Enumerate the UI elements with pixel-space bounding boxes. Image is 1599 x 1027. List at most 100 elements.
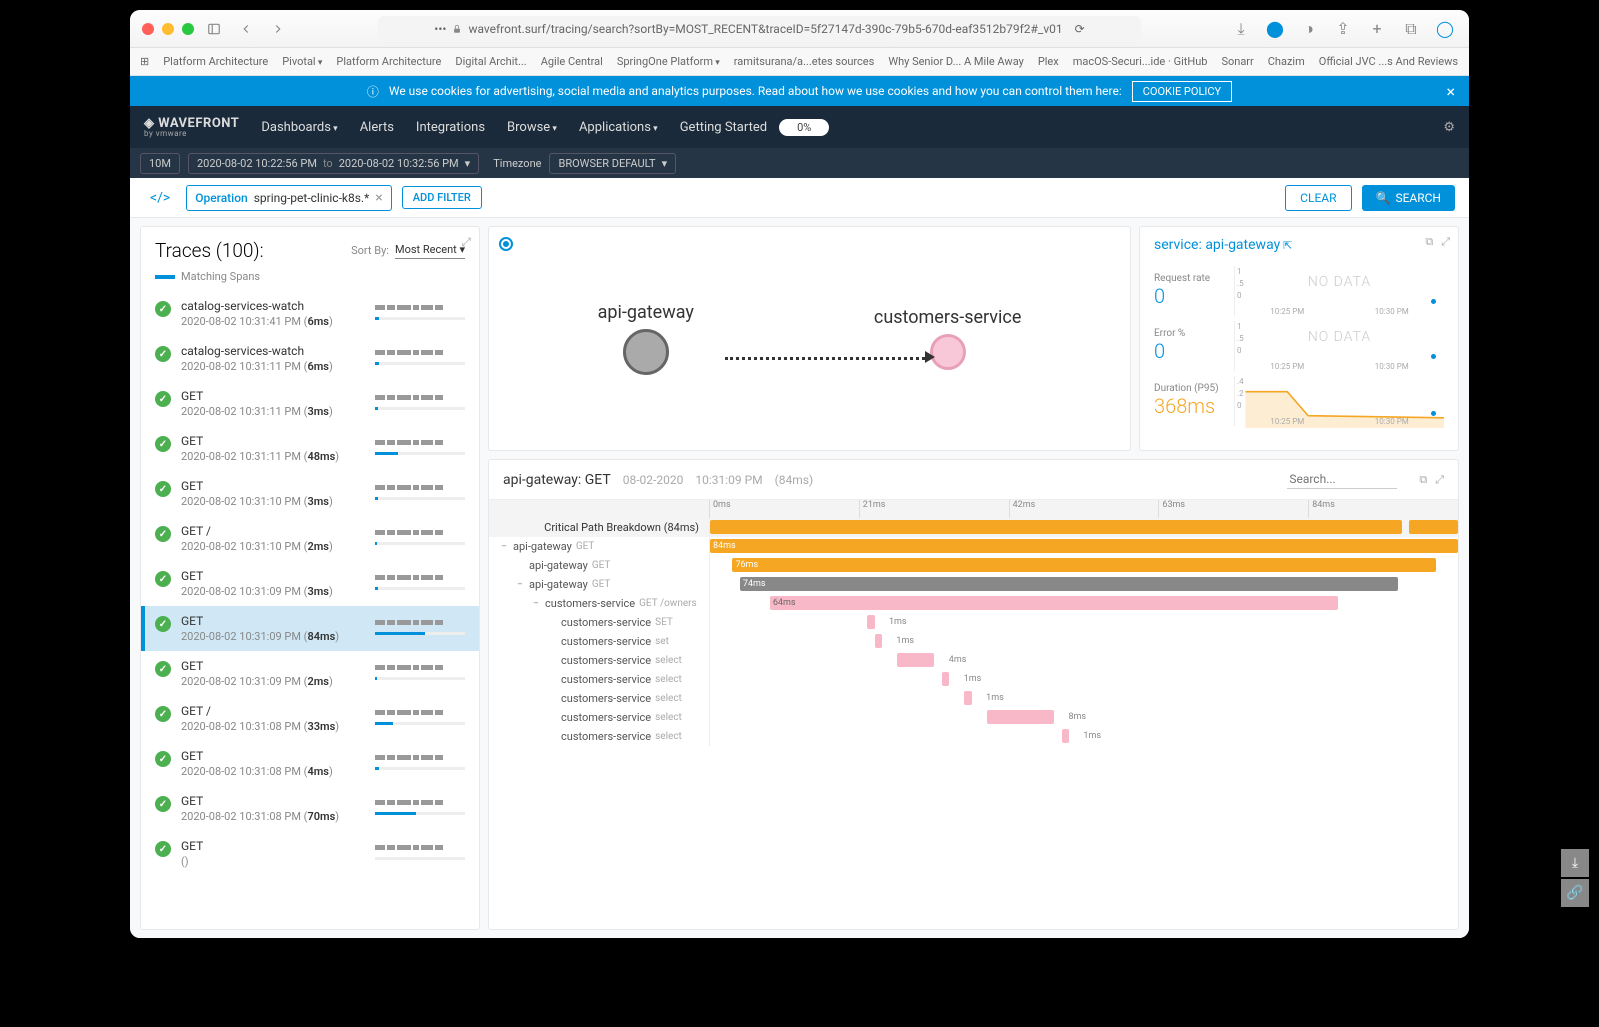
span-row[interactable]: customers-service select 1ms bbox=[489, 689, 1458, 708]
search-button[interactable]: 🔍 SEARCH bbox=[1362, 185, 1456, 211]
bookmark-item[interactable]: Platform Architecture bbox=[336, 55, 441, 68]
expand-icon[interactable]: ⤢ bbox=[1435, 473, 1444, 487]
span-search-input[interactable] bbox=[1287, 470, 1397, 489]
timezone-select[interactable]: BROWSER DEFAULT▾ bbox=[549, 153, 676, 174]
extension-icon[interactable]: ⬤ bbox=[1263, 17, 1287, 41]
popout-icon[interactable]: ⧉ bbox=[1419, 473, 1427, 487]
success-icon bbox=[155, 346, 171, 362]
extension2-icon[interactable]: ◯ bbox=[1433, 17, 1457, 41]
stat-sparkline: 1.50 NO DATA 10:25 PM10:30 PM bbox=[1234, 266, 1444, 316]
trace-item[interactable]: catalog-services-watch 2020-08-02 10:31:… bbox=[141, 291, 479, 336]
bookmark-item[interactable]: Sonarr bbox=[1221, 55, 1253, 68]
critical-path-bar bbox=[709, 518, 1458, 537]
span-row[interactable]: customers-service select 8ms bbox=[489, 708, 1458, 727]
gear-icon[interactable]: ⚙ bbox=[1443, 120, 1455, 135]
service-node-api-gateway[interactable]: api-gateway bbox=[598, 302, 694, 375]
expand-icon[interactable]: ⤢ bbox=[1441, 235, 1450, 249]
cookie-close-icon[interactable]: × bbox=[1446, 82, 1455, 101]
tabs-icon[interactable]: ⧉ bbox=[1399, 17, 1423, 41]
success-icon bbox=[155, 436, 171, 452]
cookie-policy-button[interactable]: COOKIE POLICY bbox=[1132, 81, 1232, 102]
service-node-customers-service[interactable]: customers-service bbox=[874, 307, 1021, 370]
remove-filter-icon[interactable]: × bbox=[375, 190, 382, 206]
bookmark-item[interactable]: macOS-Securi...ide · GitHub bbox=[1073, 55, 1208, 68]
stats-service-link[interactable]: service: api-gateway bbox=[1154, 237, 1444, 253]
span-row[interactable]: customers-service SET 1ms bbox=[489, 613, 1458, 632]
success-icon bbox=[155, 526, 171, 542]
trace-item[interactable]: GET 2020-08-02 10:31:09 PM (3ms) bbox=[141, 561, 479, 606]
bookmark-item[interactable]: Plex bbox=[1038, 55, 1059, 68]
trace-item[interactable]: GET 2020-08-02 10:31:08 PM (4ms) bbox=[141, 741, 479, 786]
site-settings-icon[interactable]: ••• bbox=[434, 22, 446, 36]
stat-sparkline: .4.20 10:25 PM10:30 PM bbox=[1234, 376, 1444, 426]
trace-item[interactable]: GET / 2020-08-02 10:31:10 PM (2ms) bbox=[141, 516, 479, 561]
link-button[interactable]: 🔗 bbox=[1561, 879, 1589, 907]
bookmark-item[interactable]: Chazim bbox=[1268, 55, 1305, 68]
span-row[interactable]: api-gateway GET 76ms bbox=[489, 556, 1458, 575]
span-row[interactable]: customers-service set 1ms bbox=[489, 632, 1458, 651]
forward-icon[interactable] bbox=[266, 17, 290, 41]
nav-item[interactable]: Applications bbox=[579, 120, 658, 135]
trace-item[interactable]: GET () bbox=[141, 831, 479, 876]
sort-by-select[interactable]: Sort By: Most Recent ▾ bbox=[351, 243, 465, 259]
sidebar-toggle-icon[interactable] bbox=[202, 17, 226, 41]
new-tab-icon[interactable]: + bbox=[1365, 17, 1389, 41]
bookmark-item[interactable]: ramitsurana/a...etes sources bbox=[734, 55, 875, 68]
trace-item[interactable]: GET 2020-08-02 10:31:11 PM (3ms) bbox=[141, 381, 479, 426]
window-controls[interactable] bbox=[142, 23, 194, 35]
wavefront-logo[interactable]: ◈ WAVEFRONTby vmware bbox=[144, 117, 239, 138]
bookmarks-grid-icon[interactable]: ⊞ bbox=[140, 55, 149, 68]
bookmark-item[interactable]: SpringOne Platform bbox=[617, 55, 720, 68]
trace-item[interactable]: GET 2020-08-02 10:31:09 PM (84ms) bbox=[141, 606, 479, 651]
url-bar[interactable]: ••• wavefront.surf/tracing/search?sortBy… bbox=[378, 16, 1141, 42]
nav-item[interactable]: Getting Started bbox=[680, 120, 767, 135]
success-icon bbox=[155, 796, 171, 812]
minimize-window-icon[interactable] bbox=[162, 23, 174, 35]
download-icon[interactable]: ⤓ bbox=[1229, 17, 1253, 41]
span-row[interactable]: –customers-service GET /owners 64ms bbox=[489, 594, 1458, 613]
clear-button[interactable]: CLEAR bbox=[1285, 185, 1351, 211]
shield-icon[interactable]: ◑ bbox=[1297, 17, 1321, 41]
maximize-window-icon[interactable] bbox=[182, 23, 194, 35]
bookmark-item[interactable]: Digital Archit... bbox=[455, 55, 526, 68]
bookmark-item[interactable]: Pivotal bbox=[282, 55, 322, 68]
success-icon bbox=[155, 661, 171, 677]
browser-titlebar: ••• wavefront.surf/tracing/search?sortBy… bbox=[130, 10, 1469, 48]
download-button[interactable]: ⤓ bbox=[1561, 849, 1589, 877]
trace-item[interactable]: GET 2020-08-02 10:31:10 PM (3ms) bbox=[141, 471, 479, 516]
code-icon[interactable]: </> bbox=[144, 190, 176, 206]
success-icon bbox=[155, 841, 171, 857]
span-row[interactable]: –api-gateway GET 84ms bbox=[489, 537, 1458, 556]
span-row[interactable]: customers-service select 1ms bbox=[489, 670, 1458, 689]
nav-item[interactable]: Integrations bbox=[416, 120, 485, 135]
close-window-icon[interactable] bbox=[142, 23, 154, 35]
bookmark-item[interactable]: Official JVC ...s And Reviews bbox=[1319, 55, 1458, 68]
bookmark-item[interactable]: Agile Central bbox=[541, 55, 603, 68]
nav-item[interactable]: Alerts bbox=[360, 120, 394, 135]
search-icon: 🔍 bbox=[1376, 191, 1391, 205]
stat-sparkline: 1.50 NO DATA 10:25 PM10:30 PM bbox=[1234, 321, 1444, 371]
span-row[interactable]: customers-service select 1ms bbox=[489, 727, 1458, 746]
time-range-pill[interactable]: 10M bbox=[140, 153, 180, 174]
trace-item[interactable]: GET / 2020-08-02 10:31:08 PM (33ms) bbox=[141, 696, 479, 741]
add-filter-button[interactable]: ADD FILTER bbox=[402, 186, 482, 209]
nav-item[interactable]: Browse bbox=[507, 120, 557, 135]
popout-icon[interactable]: ⧉ bbox=[1425, 235, 1433, 249]
share-icon[interactable]: ⇪ bbox=[1331, 17, 1355, 41]
bookmark-item[interactable]: Platform Architecture bbox=[163, 55, 268, 68]
trace-item[interactable]: GET 2020-08-02 10:31:09 PM (2ms) bbox=[141, 651, 479, 696]
expand-icon[interactable]: ⤢ bbox=[461, 235, 471, 250]
trace-item[interactable]: GET 2020-08-02 10:31:08 PM (70ms) bbox=[141, 786, 479, 831]
bookmark-item[interactable]: Why Senior D... A Mile Away bbox=[888, 55, 1024, 68]
time-range-dates[interactable]: 2020-08-02 10:22:56 PM to 2020-08-02 10:… bbox=[188, 153, 479, 174]
span-row[interactable]: customers-service select 4ms bbox=[489, 651, 1458, 670]
span-row[interactable]: –api-gateway GET 74ms bbox=[489, 575, 1458, 594]
reload-icon[interactable]: ⟳ bbox=[1075, 22, 1085, 36]
nav-item[interactable]: Dashboards bbox=[261, 120, 337, 135]
trace-item[interactable]: catalog-services-watch 2020-08-02 10:31:… bbox=[141, 336, 479, 381]
back-icon[interactable] bbox=[234, 17, 258, 41]
detail-title: api-gateway: GET bbox=[503, 472, 611, 488]
filter-chip-operation[interactable]: Operation spring-pet-clinic-k8s.* × bbox=[186, 185, 392, 211]
trace-item[interactable]: GET 2020-08-02 10:31:11 PM (48ms) bbox=[141, 426, 479, 471]
app-nav: ◈ WAVEFRONTby vmware Dashboards Alerts Int… bbox=[130, 106, 1469, 148]
